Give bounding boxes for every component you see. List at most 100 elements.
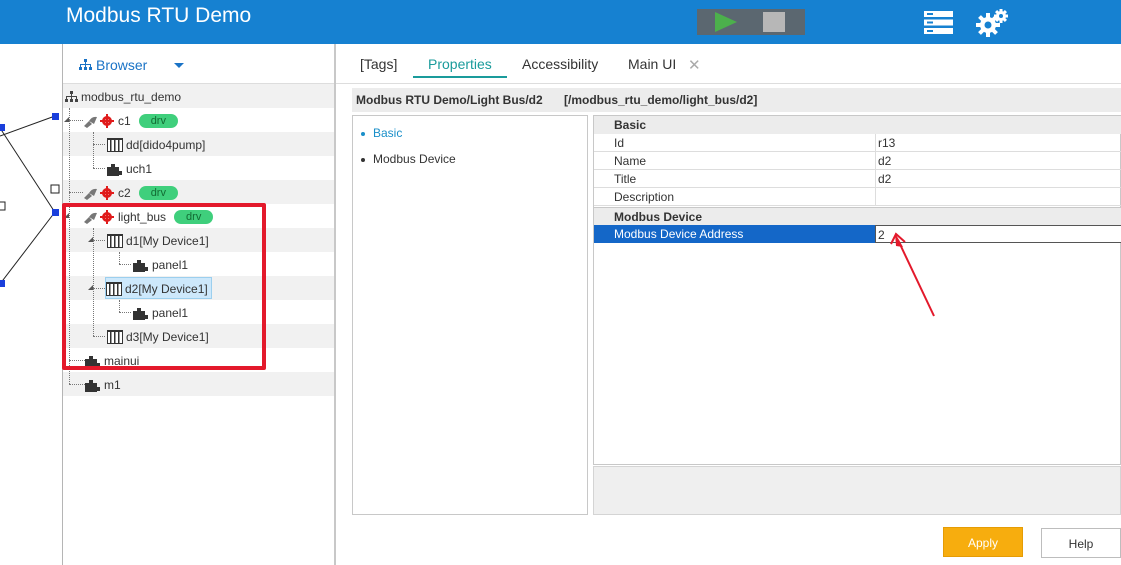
device-table-icon	[107, 233, 123, 248]
property-row-name[interactable]: Name d2	[594, 152, 1121, 170]
stop-icon[interactable]	[763, 12, 785, 32]
property-value[interactable]: d2	[875, 170, 1121, 188]
expand-toggle-icon[interactable]	[64, 213, 69, 218]
tree-node-c1[interactable]: c1 drv	[83, 108, 178, 132]
connector-gear-icon	[84, 185, 114, 200]
chevron-down-icon[interactable]	[174, 63, 184, 68]
diagram-canvas[interactable]	[0, 44, 62, 565]
bullet-icon	[361, 157, 365, 162]
node-path: [/modbus_rtu_demo/light_bus/d2]	[564, 93, 758, 107]
property-row-modbus-address[interactable]: Modbus Device Address 2	[594, 225, 1121, 243]
tree-node-label: c2	[118, 185, 131, 200]
nav-item-label: Basic	[373, 126, 403, 140]
tree-connector	[93, 336, 105, 337]
tree-node-label: d1[My Device1]	[126, 233, 209, 248]
tree-row: light_bus drv	[63, 204, 334, 228]
expand-toggle-icon[interactable]	[88, 285, 93, 290]
property-row-title[interactable]: Title d2	[594, 170, 1121, 188]
tree-node-light-bus[interactable]: light_bus drv	[83, 204, 214, 228]
tree-node-label: c1	[118, 113, 131, 128]
tree-node-d2-panel[interactable]: panel1	[133, 300, 188, 324]
puzzle-icon	[85, 379, 100, 392]
nav-item-basic[interactable]: Basic	[361, 126, 402, 140]
tree-node-dd[interactable]: dd[dido4pump]	[107, 132, 205, 156]
tree-connector	[93, 228, 94, 336]
apply-button[interactable]: Apply	[943, 527, 1023, 557]
tree-node-root[interactable]: modbus_rtu_demo	[65, 84, 181, 108]
tree-node-label: panel1	[152, 257, 189, 272]
connector-gear-icon	[84, 113, 114, 128]
tree-row: m1	[63, 372, 334, 396]
tree-node-mainui[interactable]: mainui	[85, 348, 139, 372]
tree-node-label: d2[My Device1]	[125, 281, 208, 296]
nav-item-modbus-device[interactable]: Modbus Device	[361, 152, 456, 166]
tree-node-c2[interactable]: c2 drv	[83, 180, 178, 204]
tree-connector	[69, 384, 85, 385]
expand-toggle-icon[interactable]	[88, 237, 93, 242]
hierarchy-icon	[79, 59, 92, 70]
tree-row: panel1	[63, 300, 334, 324]
section-header-basic: Basic	[594, 116, 1121, 134]
property-value[interactable]: d2	[875, 152, 1121, 170]
tab-properties[interactable]: Properties	[413, 56, 507, 78]
tree-connector	[119, 312, 131, 313]
play-icon[interactable]	[715, 12, 737, 32]
server-icon[interactable]	[924, 11, 953, 34]
tree-node-label: uch1	[126, 161, 153, 176]
app-title: Modbus RTU Demo	[66, 4, 252, 27]
tree-node-d3[interactable]: d3[My Device1]	[107, 324, 209, 348]
property-row-description[interactable]: Description	[594, 188, 1121, 206]
tree-node-label: mainui	[104, 353, 140, 368]
settings-gears-icon[interactable]	[976, 8, 1008, 38]
close-icon[interactable]: ✕	[688, 56, 701, 74]
tree-node-label: panel1	[152, 305, 189, 320]
tree-connector	[119, 264, 131, 265]
app-window: Modbus RTU Demo Browser modbus_rtu_demo …	[0, 0, 1121, 565]
tree-node-label: m1	[104, 377, 121, 392]
connector-gear-icon	[84, 209, 114, 224]
tab-main-ui[interactable]: Main UI	[628, 56, 676, 82]
tree-node-label: light_bus	[118, 209, 167, 224]
bullet-icon	[361, 131, 365, 136]
property-group-list: Basic Modbus Device	[352, 115, 588, 515]
driver-badge: drv	[174, 209, 214, 224]
top-bar: Modbus RTU Demo	[0, 0, 1121, 44]
modbus-address-input[interactable]: 2	[875, 225, 1121, 243]
tree-connector	[69, 192, 83, 193]
puzzle-icon	[133, 307, 148, 320]
help-button[interactable]: Help	[1041, 528, 1121, 558]
device-table-icon	[106, 281, 122, 296]
hierarchy-icon	[65, 90, 78, 102]
expand-toggle-icon[interactable]	[64, 117, 69, 122]
device-table-icon	[107, 329, 123, 344]
property-value[interactable]: r13	[875, 134, 1121, 152]
property-row-id[interactable]: Id r13	[594, 134, 1121, 152]
tab-accessibility[interactable]: Accessibility	[522, 56, 598, 82]
wiring-diagram	[0, 113, 60, 287]
browser-title-button[interactable]: Browser	[79, 57, 147, 73]
tree-connector	[119, 252, 120, 264]
run-controls	[697, 9, 805, 35]
section-header-modbus-device: Modbus Device	[594, 207, 1121, 225]
puzzle-icon	[85, 355, 100, 368]
tree-node-d1[interactable]: d1[My Device1]	[107, 228, 209, 252]
breadcrumb: Modbus RTU Demo/Light Bus/d2 [/modbus_rt…	[352, 88, 1121, 112]
puzzle-icon	[133, 259, 148, 272]
property-value[interactable]	[875, 188, 1121, 206]
tree-node-d2[interactable]: d2[My Device1]	[105, 277, 212, 299]
node-title-path: Modbus RTU Demo/Light Bus/d2	[356, 93, 543, 107]
tree-node-uch1[interactable]: uch1	[107, 156, 152, 180]
tree-connector	[93, 144, 105, 145]
tree-node-m1[interactable]: m1	[85, 372, 121, 396]
browser-header: Browser	[63, 44, 334, 84]
device-table-icon	[107, 137, 123, 152]
editor-panel: [Tags] Properties Accessibility Main UI …	[336, 44, 1121, 565]
tree-row: c2 drv	[63, 180, 334, 204]
tree-node-d1-panel[interactable]: panel1	[133, 252, 188, 276]
tree-connector	[93, 132, 94, 168]
tree-connector	[69, 108, 70, 384]
tree-node-label: d3[My Device1]	[126, 329, 209, 344]
tab-tags[interactable]: [Tags]	[360, 56, 397, 82]
tree-connector	[93, 288, 105, 289]
nav-item-label: Modbus Device	[373, 152, 456, 166]
